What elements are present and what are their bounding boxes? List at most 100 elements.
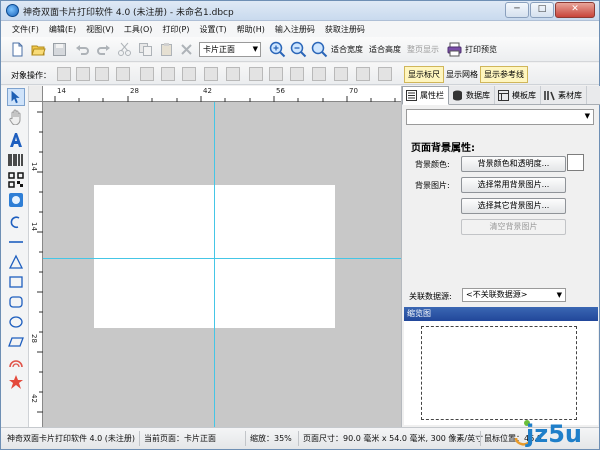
align-middle-icon[interactable]: [161, 67, 175, 81]
ruler-label: 42: [30, 394, 38, 403]
zoom-in-icon[interactable]: [269, 41, 286, 58]
group-icon[interactable]: [356, 67, 370, 81]
datasource-label: 关联数据源:: [409, 292, 452, 301]
status-page-size: 页面尺寸：90.0 毫米 x 54.0 毫米, 300 像素/英寸: [303, 434, 484, 443]
same-height-icon[interactable]: [269, 67, 283, 81]
show-guides-toggle[interactable]: 显示参考线: [480, 66, 528, 83]
thumbnail-frame[interactable]: [421, 326, 577, 420]
redo-icon[interactable]: [96, 42, 111, 57]
ruler-label: 42: [203, 87, 212, 95]
ruler-label: 28: [130, 87, 139, 95]
triangle-tool-icon[interactable]: [8, 254, 24, 270]
tab-database[interactable]: 数据库: [449, 86, 495, 104]
tab-templates[interactable]: 模板库: [495, 86, 541, 104]
open-folder-icon[interactable]: [31, 42, 46, 57]
pointer-tool-icon[interactable]: [7, 88, 25, 106]
design-canvas[interactable]: [43, 102, 401, 427]
ruler-label: 56: [276, 87, 285, 95]
paste-icon[interactable]: [159, 42, 174, 57]
left-toolbox: [1, 86, 29, 427]
print-preview-button[interactable]: 打印预览: [465, 44, 497, 55]
send-back-icon[interactable]: [334, 67, 348, 81]
fit-width-button[interactable]: 适合宽度: [331, 44, 363, 55]
copy-icon[interactable]: [138, 42, 153, 57]
ellipse-tool-icon[interactable]: [8, 314, 24, 330]
ruler-label: 14: [30, 222, 38, 231]
show-grid-toggle[interactable]: 显示网格: [442, 66, 482, 83]
other-bg-image-button[interactable]: 选择其它背景图片...: [461, 198, 566, 214]
undo-icon[interactable]: [75, 42, 90, 57]
datasource-select[interactable]: <不关联数据源> ▼: [462, 288, 566, 302]
align-right-icon[interactable]: [95, 67, 109, 81]
printer-icon[interactable]: [447, 42, 462, 57]
same-width-icon[interactable]: [249, 67, 263, 81]
menu-file[interactable]: 文件(F): [7, 24, 44, 35]
horizontal-guide-line[interactable]: [43, 258, 401, 259]
top-ruler-ticks: [54, 96, 396, 102]
ruler-label: 14: [57, 87, 66, 95]
bg-color-label: 背景颜色:: [415, 160, 450, 169]
minimize-button[interactable]: ─: [505, 2, 529, 18]
menu-print[interactable]: 打印(P): [157, 24, 194, 35]
zoom-fit-icon[interactable]: [311, 41, 328, 58]
align-center-icon[interactable]: [76, 67, 90, 81]
menu-tools[interactable]: 工具(O): [119, 24, 158, 35]
bring-front-icon[interactable]: [312, 67, 326, 81]
thumbnail-panel: [404, 321, 598, 425]
distribute-h-icon[interactable]: [204, 67, 218, 81]
curve-tool-icon[interactable]: [8, 214, 24, 230]
watermark-text: jz5u: [525, 420, 582, 448]
menu-enter-regcode[interactable]: 输入注册码: [270, 24, 320, 35]
top-ruler: 14 28 42 56 70: [29, 86, 401, 102]
show-ruler-toggle[interactable]: 显示标尺: [404, 66, 444, 83]
left-ruler: 14 14 28 42: [29, 102, 43, 427]
delete-icon[interactable]: [179, 42, 194, 57]
maximize-button[interactable]: □: [530, 2, 554, 18]
menu-edit[interactable]: 编辑(E): [44, 24, 81, 35]
tab-materials[interactable]: 素材库: [541, 86, 587, 104]
rounded-rect-tool-icon[interactable]: [8, 294, 24, 310]
main-toolbar: 卡片正面 ▼ 适合宽度 适合高度 整页显示 打印预览: [1, 37, 599, 62]
full-page-button[interactable]: 整页显示: [407, 44, 439, 55]
parallelogram-tool-icon[interactable]: [8, 334, 24, 350]
text-tool-icon[interactable]: [8, 132, 24, 148]
ungroup-icon[interactable]: [378, 67, 392, 81]
zoom-out-icon[interactable]: [290, 41, 307, 58]
menu-view[interactable]: 视图(V): [81, 24, 119, 35]
save-icon[interactable]: [52, 42, 67, 57]
clear-bg-image-button[interactable]: 清空背景图片: [461, 219, 566, 235]
line-tool-icon[interactable]: [8, 234, 24, 250]
qrcode-tool-icon[interactable]: [8, 172, 24, 188]
menu-help[interactable]: 帮助(H): [232, 24, 270, 35]
tab-properties[interactable]: 属性栏: [402, 86, 449, 105]
app-window: 神奇双面卡片打印软件 4.0 (未注册) - 未命名1.dbcp ─ □ ✕ 文…: [0, 0, 600, 450]
same-size-icon[interactable]: [290, 67, 304, 81]
arc-tool-icon[interactable]: [8, 354, 24, 370]
align-justify-icon[interactable]: [116, 67, 130, 81]
card-side-value: 卡片正面: [203, 45, 235, 54]
cut-icon[interactable]: [117, 42, 132, 57]
new-file-icon[interactable]: [10, 42, 25, 57]
barcode-tool-icon[interactable]: [8, 152, 24, 168]
hand-tool-icon[interactable]: [8, 109, 24, 125]
distribute-v-icon[interactable]: [226, 67, 240, 81]
vertical-guide-line[interactable]: [214, 102, 215, 427]
menu-settings[interactable]: 设置(T): [194, 24, 231, 35]
fit-height-button[interactable]: 适合高度: [369, 44, 401, 55]
align-bottom-icon[interactable]: [182, 67, 196, 81]
rectangle-tool-icon[interactable]: [8, 274, 24, 290]
align-left-icon[interactable]: [57, 67, 71, 81]
align-top-icon[interactable]: [140, 67, 154, 81]
menu-bar: 文件(F) 编辑(E) 视图(V) 工具(O) 打印(P) 设置(T) 帮助(H…: [1, 21, 599, 37]
bg-color-swatch[interactable]: [567, 154, 584, 171]
star-tool-icon[interactable]: [8, 374, 24, 390]
object-select[interactable]: ▼: [406, 109, 594, 125]
properties-icon: [406, 90, 417, 101]
close-button[interactable]: ✕: [555, 2, 595, 18]
menu-get-regcode[interactable]: 获取注册码: [320, 24, 370, 35]
bg-color-button[interactable]: 背景颜色和透明度...: [461, 156, 566, 172]
image-tool-icon[interactable]: [8, 192, 24, 208]
card-side-select[interactable]: 卡片正面 ▼: [199, 42, 261, 57]
common-bg-image-button[interactable]: 选择常用背景图片...: [461, 177, 566, 193]
app-logo-icon: [6, 4, 19, 17]
